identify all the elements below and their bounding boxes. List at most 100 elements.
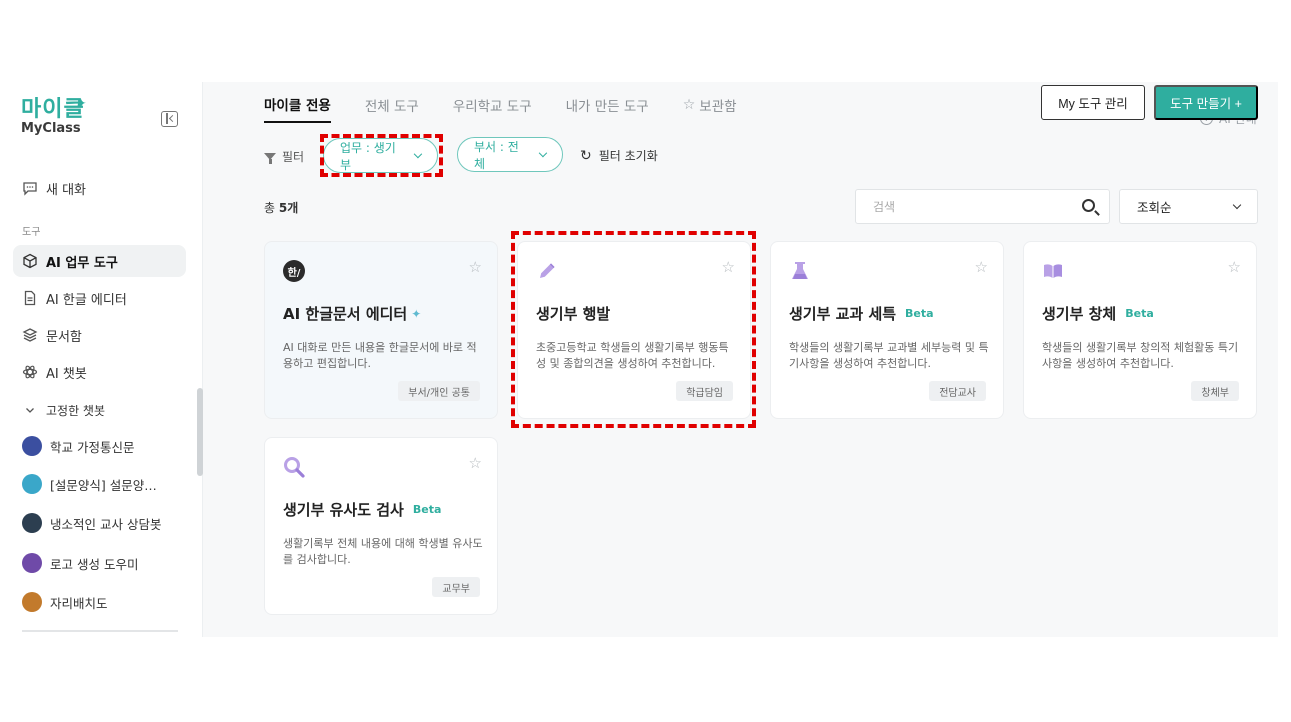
tab-myclass-only[interactable]: 마이클 전용 [264,94,331,123]
sort-dropdown[interactable]: 조회순 [1119,189,1258,224]
pinned-chatbot-item[interactable]: 자리배치도 [22,592,108,612]
duty-filter-dropdown[interactable]: 업무 : 생기부 [323,138,438,173]
make-tool-button[interactable]: 도구 만들기 + [1154,85,1258,120]
card-tag: 창체부 [1191,381,1239,401]
pinned-chatbot-item[interactable]: 냉소적인 교사 상담봇 [22,513,161,533]
pinned-chatbot-label: 로고 생성 도우미 [50,556,139,572]
card-description: 학생들의 생활기록부 교과별 세부능력 및 특기사항을 생성하여 추천합니다. [789,341,989,370]
avatar [22,592,42,612]
beta-badge: Beta [412,503,442,516]
tab-label: 전체 도구 [364,99,419,115]
card-tag: 교무부 [432,577,480,597]
card-tag: 부서/개인 공통 [398,381,480,401]
beta-badge: Beta [1125,307,1154,320]
tool-card-creative-activities[interactable]: ☆ 생기부 창체 Beta 학생들의 생활기록부 창의적 체험활동 특기사항을 생… [1023,241,1257,419]
star-icon[interactable]: ☆ [469,258,482,276]
total-count: 총 5개 [264,199,298,216]
sidebar-item-documents[interactable]: 문서함 [13,319,186,351]
magnifier-icon [283,456,305,478]
card-description: AI 대화로 만든 내용을 한글문서에 바로 적용하고 편집합니다. [283,341,477,370]
filter-label: 필터 [264,148,304,165]
pinned-chatbot-label: 냉소적인 교사 상담봇 [50,516,162,532]
tab-saved[interactable]: ☆ 보관함 [683,94,737,123]
avatar [22,513,42,533]
pinned-chatbot-label: 학교 가정통신문 [50,439,135,455]
avatar [22,474,42,494]
tool-card-behavior[interactable]: ☆ 생기부 행발 초중고등학교 학생들의 생활기록부 행동특성 및 종합의견을 … [517,241,751,419]
beta-badge: Beta [905,307,934,320]
star-icon[interactable]: ☆ [1228,258,1241,276]
avatar [22,553,42,573]
card-title: 생기부 행발 [536,303,610,324]
chevron-down-icon [1232,200,1242,210]
pinned-chatbot-label: 자리배치도 [50,595,108,611]
search-input[interactable] [856,190,1076,223]
card-title-text: 생기부 교과 세특 [789,305,897,323]
filter-reset-label: 필터 초기화 [598,149,658,163]
card-title-text: 생기부 행발 [536,305,611,323]
star-icon[interactable]: ☆ [469,454,482,472]
divider [22,630,178,632]
dept-filter-value: 부서 : 전체 [474,139,519,171]
duty-filter-value: 업무 : 생기부 [340,140,396,172]
card-description: 초중고등학교 학생들의 생활기록부 행동특성 및 종합의견을 생성하여 추천합니… [536,341,729,370]
collapse-sidebar-icon[interactable] [161,111,178,127]
sort-value: 조회순 [1137,200,1172,215]
tab-label: 내가 만든 도구 [565,99,649,115]
filter-text: 필터 [282,150,305,164]
card-title-text: 생기부 유사도 검사 [283,501,404,519]
sparkle-icon: ✦ [411,306,422,321]
pinned-chatbot-label: [설문양식] 설문양… [50,477,157,493]
sidebar-item-chatbot[interactable]: AI 챗봇 [13,356,186,388]
funnel-icon [264,153,276,164]
cube-icon [22,253,38,269]
chat-bubble-icon [22,180,38,196]
logo[interactable]: 마이클 MyClass ✦ [21,96,87,136]
sidebar-item-label: 문서함 [46,329,82,345]
document-icon [22,290,38,306]
filter-reset-button[interactable]: ↻ 필터 초기화 [580,147,658,164]
chevron-down-icon [22,402,38,418]
chevron-down-icon [414,149,423,159]
section-label-tools: 도구 [22,227,41,238]
card-description: 학생들의 생활기록부 창의적 체험활동 특기사항을 생성하여 추천합니다. [1042,341,1239,370]
hangul-icon: 한/ [283,260,305,282]
chevron-down-icon [539,148,548,158]
card-title: 생기부 창체 Beta [1042,303,1154,324]
pinned-chatbot-item[interactable]: [설문양식] 설문양… [22,474,157,494]
new-chat-label: 새 대화 [46,182,87,198]
app-window: 마이클 MyClass ✦ 새 대화 도구 AI 업무 도구 AI 한글 에디터 [0,82,1278,637]
card-title-text: AI 한글문서 에디터 [283,305,408,323]
tool-card-similarity-check[interactable]: ☆ 생기부 유사도 검사 Beta 생활기록부 전체 내용에 대해 학생별 유사도… [264,437,498,615]
pencil-icon [536,260,558,282]
tab-label: 보관함 [699,99,737,115]
pinned-chatbots-toggle[interactable]: 고정한 챗봇 [13,394,186,426]
dept-filter-dropdown[interactable]: 부서 : 전체 [457,137,563,172]
tab-my-tools[interactable]: 내가 만든 도구 [566,94,649,123]
tool-card-hangul-editor[interactable]: 한/ ☆ AI 한글문서 에디터 ✦ AI 대화로 만든 내용을 한글문서에 바로… [264,241,498,419]
tool-card-subject-notes[interactable]: ☆ 생기부 교과 세특 Beta 학생들의 생활기록부 교과별 세부능력 및 특기… [770,241,1004,419]
total-count-value: 5개 [278,201,299,215]
card-tag: 전담교사 [929,381,986,401]
sidebar-item-label: AI 한글 에디터 [46,292,127,308]
tab-all-tools[interactable]: 전체 도구 [365,94,419,123]
star-icon: ☆ [682,97,696,113]
card-title: AI 한글문서 에디터 ✦ [283,303,421,324]
pinned-chatbot-item[interactable]: 로고 생성 도우미 [22,553,138,573]
tool-tabs: 마이클 전용 전체 도구 우리학교 도구 내가 만든 도구 ☆ 보관함 [264,94,737,123]
tab-school-tools[interactable]: 우리학교 도구 [453,94,532,123]
sidebar-item-hangul-editor[interactable]: AI 한글 에디터 [13,282,186,314]
pinned-chatbot-item[interactable]: 학교 가정통신문 [22,436,134,456]
pinned-chatbots-label: 고정한 챗봇 [46,403,106,418]
sidebar-item-ai-tools[interactable]: AI 업무 도구 [13,245,186,277]
total-prefix: 총 [264,201,279,215]
search-icon[interactable] [1082,199,1095,212]
sidebar: 마이클 MyClass ✦ 새 대화 도구 AI 업무 도구 AI 한글 에디터 [0,82,203,637]
book-icon [1042,260,1064,282]
tab-label: 마이클 전용 [264,98,331,114]
star-icon[interactable]: ☆ [722,258,735,276]
sparkle-icon: ✦ [75,96,87,112]
star-icon[interactable]: ☆ [975,258,988,276]
my-tools-manage-button[interactable]: My 도구 관리 [1041,85,1145,120]
new-chat-button[interactable]: 새 대화 [13,172,186,204]
